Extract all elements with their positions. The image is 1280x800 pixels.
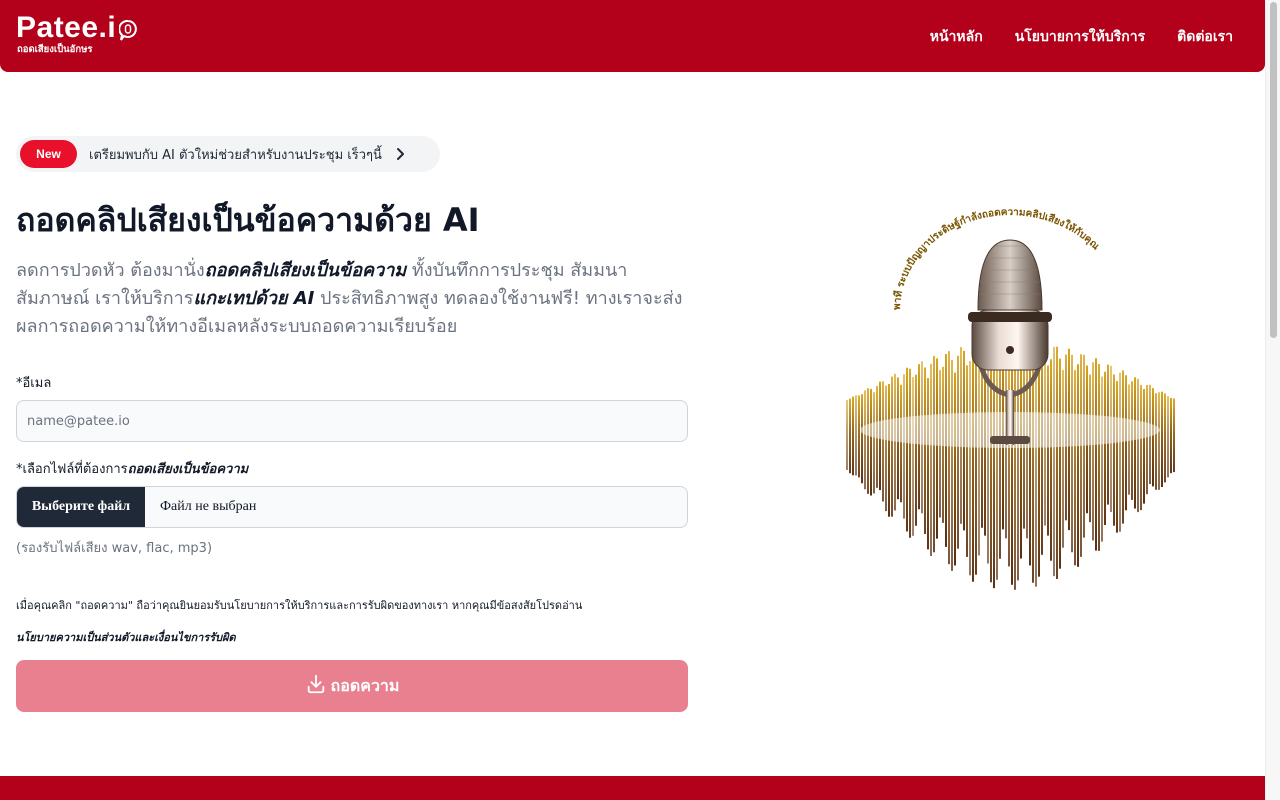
top-navbar: Patee.i ถอดเสียงเป็นอักษร หน้าหลัก นโยบา… xyxy=(0,0,1265,72)
email-field[interactable] xyxy=(16,400,688,442)
logo[interactable]: Patee.i ถอดเสียงเป็นอักษร xyxy=(16,11,138,57)
file-format-hint: (รองรับไฟล์เสียง wav, flac, mp3) xyxy=(16,541,213,556)
transcribe-button[interactable]: ถอดความ xyxy=(16,660,688,712)
file-status-text: Файл не выбран xyxy=(160,499,257,514)
nav-home[interactable]: หน้าหลัก xyxy=(930,26,983,48)
chevron-right-icon xyxy=(392,146,408,162)
page-title: ถอดคลิปเสียงเป็นข้อความด้วย AI xyxy=(16,201,480,239)
scrollbar-thumb[interactable] xyxy=(1270,2,1277,338)
file-label-text: *เลือกไฟล์ที่ต้องการ xyxy=(16,462,128,477)
lead-text-1: ลดการปวดหัว ต้องมานั่ง xyxy=(16,260,205,281)
file-upload-input[interactable]: Выберите файл Файл не выбран xyxy=(16,486,688,528)
file-label-emphasis: ถอดเสียงเป็นข้อความ xyxy=(127,462,249,477)
logo-wordmark: Patee.i xyxy=(16,11,117,44)
nav-terms[interactable]: นโยบายการให้บริการ xyxy=(1015,26,1145,48)
hero-illustration: พาที ระบบปัญญาประดิษฐ์กำลังถอดความคลิปเส… xyxy=(840,200,1180,610)
file-label: *เลือกไฟล์ที่ต้องการถอดเสียงเป็นข้อความ xyxy=(16,458,248,479)
new-badge: New xyxy=(20,140,77,168)
lead-emphasis-1: ถอดคลิปเสียงเป็นข้อความ xyxy=(204,260,407,281)
download-icon xyxy=(305,673,327,699)
main-nav: หน้าหลัก นโยบายการให้บริการ ติดต่อเรา xyxy=(930,26,1233,48)
mic-bubble-icon xyxy=(118,17,138,41)
announcement-pill[interactable]: New เตรียมพบกับ AI ตัวใหม่ช่วยสำหรับงานป… xyxy=(16,136,440,172)
logo-tagline: ถอดเสียงเป็นอักษร xyxy=(17,44,93,55)
privacy-policy-link[interactable]: นโยบายความเป็นส่วนตัวและเงื่อนไขการรับผิ… xyxy=(16,628,236,646)
choose-file-button[interactable]: Выберите файл xyxy=(17,487,145,527)
transcribe-button-label: ถอดความ xyxy=(330,675,400,695)
hero-description: ลดการปวดหัว ต้องมานั่งถอดคลิปเสียงเป็นข้… xyxy=(16,257,696,341)
announcement-text: เตรียมพบกับ AI ตัวใหม่ช่วยสำหรับงานประชุ… xyxy=(89,147,382,163)
terms-notice: เมื่อคุณคลิก "ถอดความ" ถือว่าคุณยินยอมรั… xyxy=(16,599,583,612)
microphone-soundwave-illustration: พาที ระบบปัญญาประดิษฐ์กำลังถอดความคลิปเส… xyxy=(846,207,1175,590)
email-label: *อีเมล xyxy=(16,376,52,391)
page-scrollbar[interactable] xyxy=(1265,0,1280,800)
footer-band xyxy=(0,776,1265,800)
soundwave-bars xyxy=(846,340,1175,590)
lead-emphasis-2: แกะเทปด้วย AI xyxy=(193,288,315,309)
nav-contact[interactable]: ติดต่อเรา xyxy=(1177,26,1233,48)
